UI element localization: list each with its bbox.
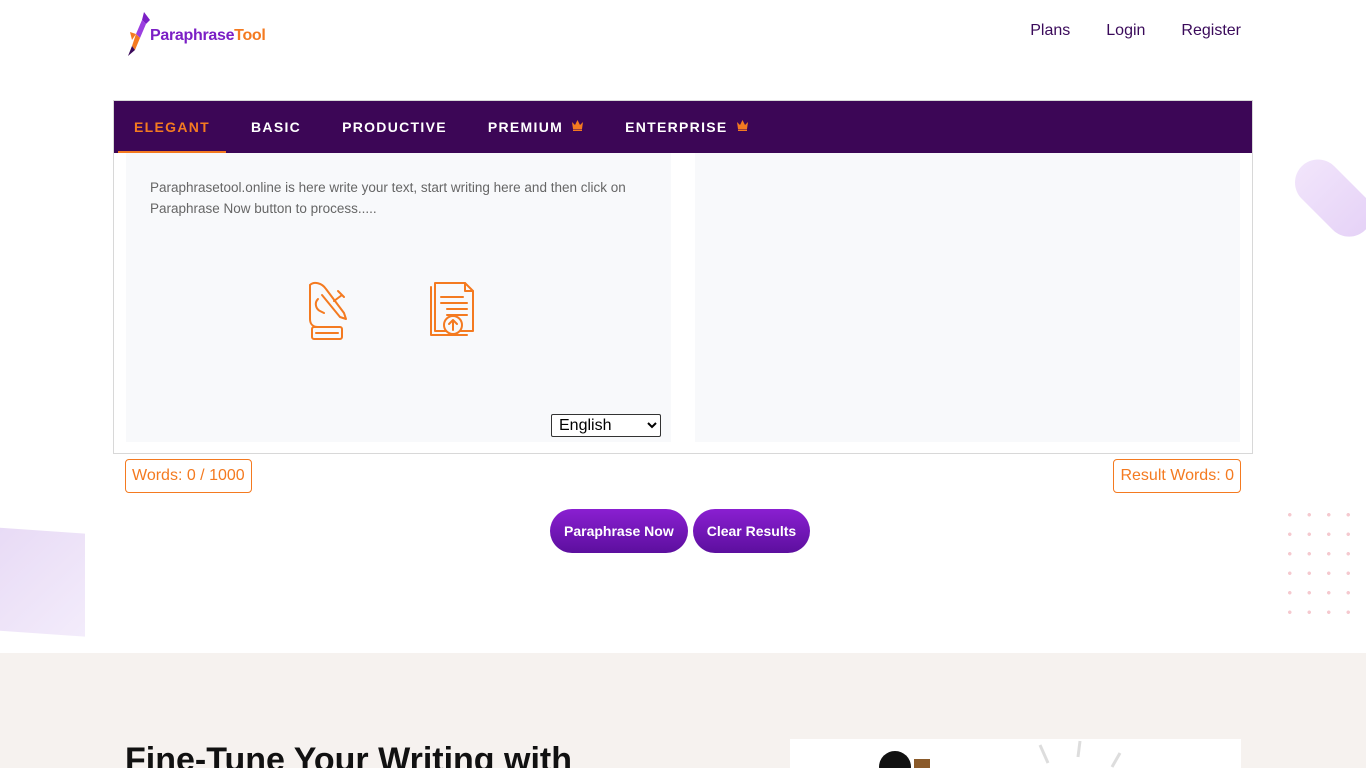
upload-document-icon[interactable] — [427, 279, 479, 341]
crown-icon — [736, 120, 748, 131]
top-nav: Plans Login Register — [1030, 22, 1241, 40]
tab-label: PRODUCTIVE — [342, 119, 447, 135]
nav-register-link[interactable]: Register — [1181, 22, 1241, 40]
paraphrase-tool-panel: ELEGANT BASIC PRODUCTIVE PREMIUM ENTERPR… — [113, 100, 1253, 454]
logo-text: ParaphraseTool — [150, 27, 266, 45]
logo-text-part1: Paraphrase — [150, 27, 235, 44]
decorative-shape-left — [0, 526, 85, 637]
tab-productive[interactable]: PRODUCTIVE — [326, 101, 463, 153]
paraphrase-now-button[interactable]: Paraphrase Now — [550, 509, 688, 553]
editor-panes: Paraphrasetool.online is here write your… — [114, 153, 1252, 453]
crown-icon — [572, 120, 584, 131]
decorative-pill-right — [1285, 150, 1366, 247]
language-select[interactable]: English — [551, 414, 661, 437]
mode-tabs: ELEGANT BASIC PRODUCTIVE PREMIUM ENTERPR… — [114, 101, 1252, 153]
tab-label: ENTERPRISE — [625, 119, 728, 135]
word-count-badge: Words: 0 / 1000 — [125, 459, 252, 493]
feature-illustration — [790, 739, 1241, 768]
result-word-count-badge: Result Words: 0 — [1113, 459, 1241, 493]
tab-enterprise[interactable]: ENTERPRISE — [609, 101, 764, 153]
tab-label: BASIC — [251, 119, 302, 135]
input-text-area[interactable]: Paraphrasetool.online is here write your… — [126, 153, 671, 442]
tab-label: ELEGANT — [134, 119, 210, 135]
features-section: Fine-Tune Your Writing with — [0, 653, 1366, 768]
clear-results-button[interactable]: Clear Results — [692, 509, 811, 553]
tab-label: PREMIUM — [487, 119, 564, 135]
tab-basic[interactable]: BASIC — [235, 101, 317, 153]
nav-plans-link[interactable]: Plans — [1030, 22, 1070, 40]
illustration-icon — [879, 740, 1122, 768]
rocket-pen-logo-icon — [128, 12, 150, 56]
write-hand-icon[interactable] — [304, 279, 352, 343]
section-heading: Fine-Tune Your Writing with — [125, 741, 572, 768]
action-buttons: Paraphrase Now Clear Results — [550, 509, 811, 553]
logo[interactable]: ParaphraseTool — [124, 10, 266, 58]
decorative-dot-grid — [1280, 505, 1366, 630]
tab-premium[interactable]: PREMIUM — [472, 101, 600, 153]
logo-text-part2: Tool — [234, 27, 266, 44]
output-text-area[interactable] — [695, 153, 1240, 442]
input-placeholder: Paraphrasetool.online is here write your… — [150, 180, 626, 216]
tab-elegant[interactable]: ELEGANT — [118, 101, 226, 153]
site-header: ParaphraseTool Plans Login Register — [0, 0, 1366, 70]
nav-login-link[interactable]: Login — [1106, 22, 1145, 40]
